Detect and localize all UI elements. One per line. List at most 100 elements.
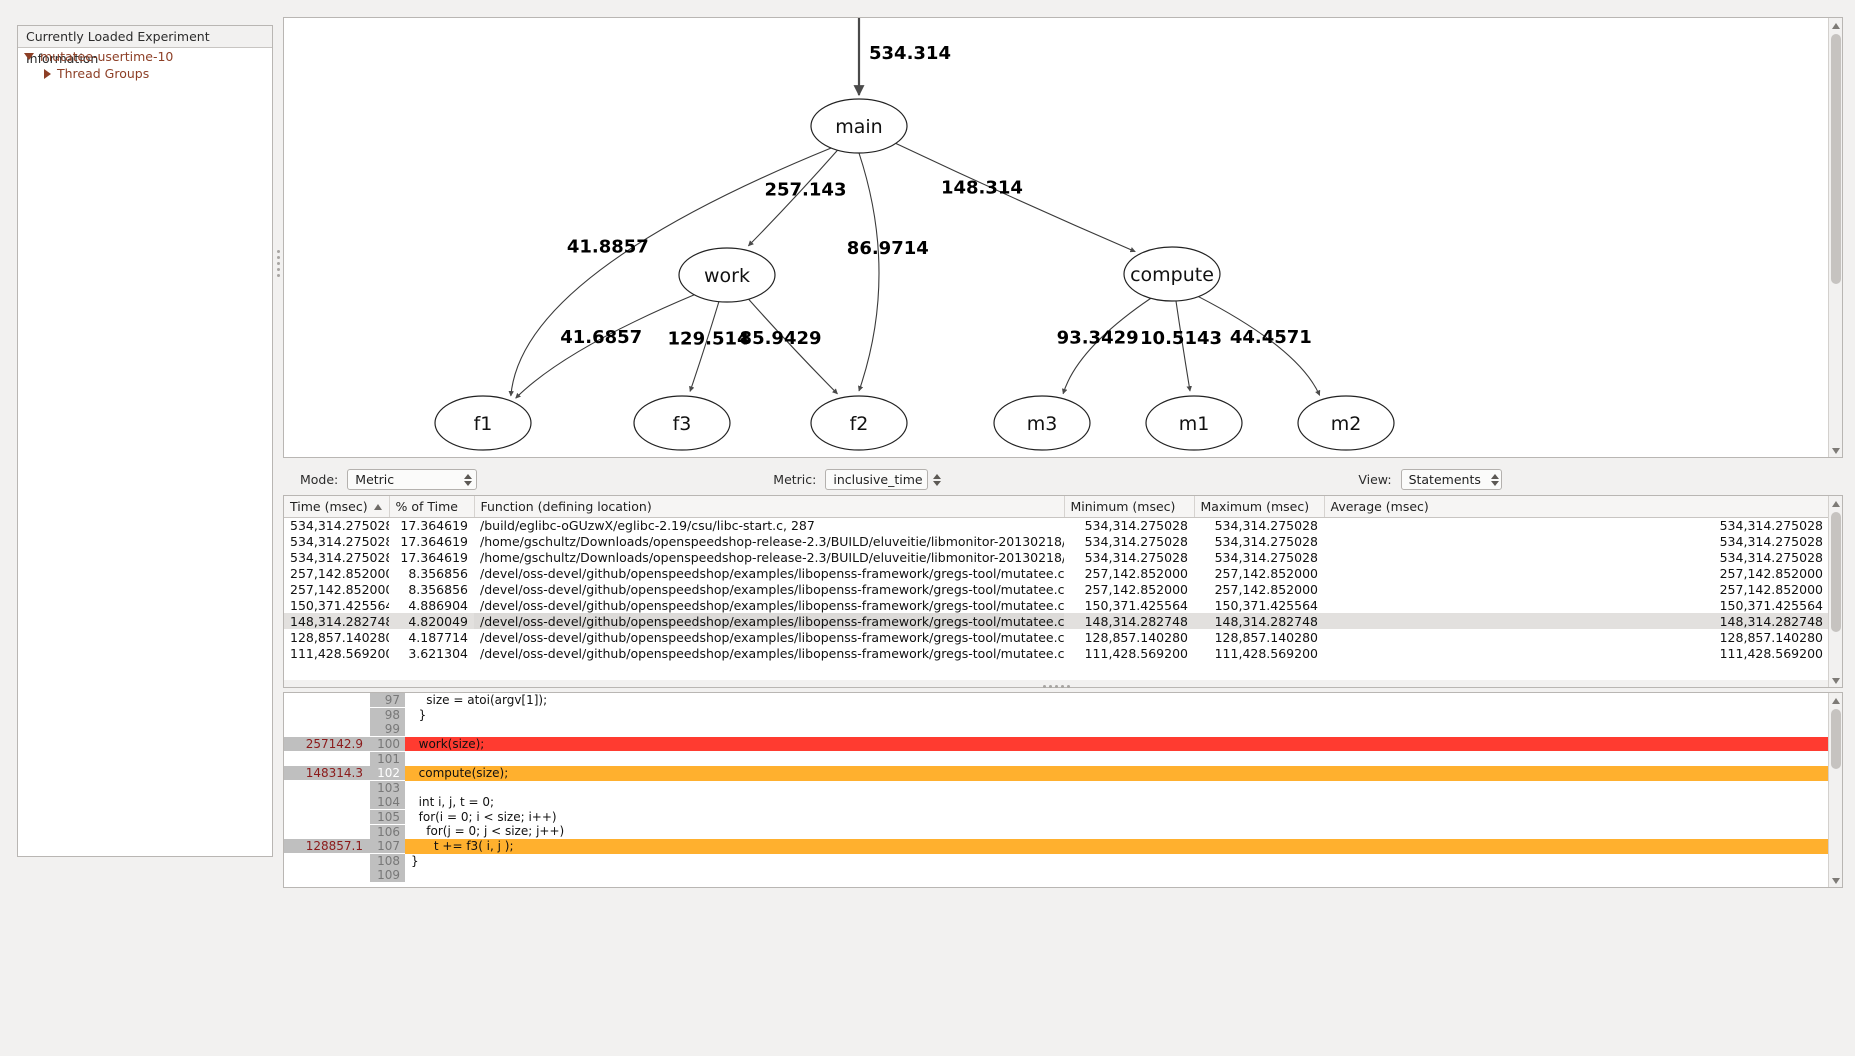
source-line[interactable]: 101: [284, 751, 1842, 766]
graph-node-label: f2: [850, 413, 869, 435]
column-header-label: Function (defining location): [480, 498, 652, 514]
callgraph-scroll-thumb[interactable]: [1831, 34, 1841, 284]
source-line[interactable]: 257142.9 100 work(size);: [284, 736, 1842, 752]
cell-min: 111,428.569200: [1084, 645, 1188, 661]
source-line[interactable]: 148314.3 102 compute(size);: [284, 765, 1842, 781]
graph-node-main[interactable]: main: [810, 98, 908, 154]
source-code-lines[interactable]: 97 size = atoi(argv[1]); 98 } 99 257142.9 10…: [284, 693, 1842, 883]
cell-max: 257,142.852000: [1214, 581, 1318, 597]
graph-edge-label: 257.143: [764, 179, 846, 200]
cell-avg: 534,314.275028: [1719, 549, 1823, 565]
source-vertical-scrollbar[interactable]: [1828, 693, 1842, 887]
graph-node-compute[interactable]: compute: [1123, 246, 1221, 302]
cell-pct: 17.364619: [400, 517, 468, 533]
table-row[interactable]: 150,371.425564 4.886904/devel/oss-devel/g…: [284, 597, 1829, 613]
view-dropdown[interactable]: Statements: [1400, 469, 1502, 490]
cell-min: 148,314.282748: [1064, 613, 1194, 629]
cell-func: /devel/oss-devel/github/openspeedshop/ex…: [480, 597, 1064, 613]
scroll-down-icon[interactable]: [1829, 673, 1842, 687]
callgraph-vertical-scrollbar[interactable]: [1828, 18, 1842, 457]
table-row[interactable]: 128,857.140280 4.187714/devel/oss-devel/g…: [284, 629, 1829, 645]
graph-node-m3[interactable]: m3: [993, 395, 1091, 451]
scroll-up-icon[interactable]: [1829, 18, 1843, 32]
triangle-down-icon[interactable]: [24, 53, 34, 60]
source-line[interactable]: 104 int i, j, t = 0;: [284, 795, 1842, 810]
cell-pct: 4.886904: [408, 597, 468, 613]
chevron-updown-icon[interactable]: [464, 473, 473, 486]
source-line[interactable]: 103: [284, 780, 1842, 796]
scroll-down-icon[interactable]: [1829, 873, 1842, 887]
column-header-5[interactable]: Average (msec): [1324, 496, 1830, 518]
experiment-info-panel: Currently Loaded Experiment Information …: [17, 25, 273, 857]
chevron-updown-icon[interactable]: [932, 473, 941, 486]
table-row[interactable]: 534,314.275028 17.364619/home/gschultz/Do…: [284, 549, 1829, 565]
column-header-2[interactable]: Function (defining location): [474, 496, 1065, 518]
metrics-table-vertical-scrollbar[interactable]: [1828, 496, 1842, 687]
horizontal-splitter-handle[interactable]: [1043, 685, 1083, 691]
source-line[interactable]: 99: [284, 722, 1842, 737]
scroll-up-icon[interactable]: [1829, 496, 1842, 510]
source-line[interactable]: 109: [284, 868, 1842, 883]
cell-func: /devel/oss-devel/github/openspeedshop/ex…: [480, 565, 1064, 581]
cell-func: /devel/oss-devel/github/openspeedshop/ex…: [480, 581, 1064, 597]
column-header-0[interactable]: Time (msec): [284, 496, 390, 518]
vertical-splitter-handle[interactable]: [277, 250, 280, 280]
source-line-cost: 148314.3: [284, 766, 370, 781]
table-row[interactable]: 148,314.282748 4.820049/devel/oss-devel/g…: [284, 613, 1829, 629]
column-header-3[interactable]: Minimum (msec): [1064, 496, 1195, 518]
triangle-right-icon[interactable]: [44, 68, 51, 79]
source-line[interactable]: 106 for(j = 0; j < size; j++): [284, 824, 1842, 839]
cell-func: /home/gschultz/Downloads/openspeedshop-r…: [480, 549, 1064, 565]
cell-pct: 3.621304: [408, 645, 468, 661]
graph-node-m1[interactable]: m1: [1145, 395, 1243, 451]
cell-pct: 17.364619: [400, 549, 468, 565]
source-line-number: 97: [370, 693, 405, 708]
source-line-code: }: [411, 853, 419, 868]
tree-item-thread-groups[interactable]: Thread Groups: [18, 65, 272, 82]
metric-dropdown[interactable]: inclusive_time: [825, 469, 941, 490]
metrics-table-body[interactable]: 534,314.275028 17.364619/build/eglibc-oGU…: [284, 517, 1829, 661]
graph-node-f3[interactable]: f3: [633, 395, 731, 451]
graph-node-label: compute: [1130, 264, 1214, 286]
column-header-4[interactable]: Maximum (msec): [1194, 496, 1325, 518]
tree-item-experiment-label: mutatee-usertime-10: [40, 49, 174, 64]
metrics-table-header-row[interactable]: Time (msec) % of Time Function (defining l…: [284, 496, 1830, 518]
cell-min: 534,314.275028: [1084, 533, 1188, 549]
source-code-pane[interactable]: 97 size = atoi(argv[1]); 98 } 99 257142.9 10…: [283, 692, 1843, 888]
source-line-code: [405, 751, 1842, 766]
metrics-table-pane[interactable]: Time (msec) % of Time Function (defining l…: [283, 495, 1843, 688]
table-row[interactable]: 257,142.852000 8.356856/devel/oss-devel/g…: [284, 581, 1829, 597]
table-row[interactable]: 534,314.275028 17.364619/build/eglibc-oGU…: [284, 517, 1829, 533]
chevron-updown-icon[interactable]: [1490, 473, 1499, 486]
cell-min: 257,142.852000: [1084, 565, 1188, 581]
source-line[interactable]: 128857.1 107 t += f3( i, j );: [284, 838, 1842, 854]
graph-node-work[interactable]: work: [678, 247, 776, 303]
callgraph-pane[interactable]: main work compute f1 f3 f2 m3 m1 m2 534.314 41.88…: [283, 17, 1843, 458]
source-line[interactable]: 108}: [284, 854, 1842, 869]
source-line[interactable]: 98 }: [284, 708, 1842, 723]
column-header-1[interactable]: % of Time: [389, 496, 475, 518]
graph-node-m2[interactable]: m2: [1297, 395, 1395, 451]
mode-dropdown[interactable]: Metric: [347, 469, 478, 490]
cell-max: 534,314.275028: [1214, 533, 1318, 549]
sort-ascending-icon[interactable]: [373, 504, 382, 510]
source-line[interactable]: 105 for(i = 0; i < size; i++): [284, 810, 1842, 825]
scroll-down-icon[interactable]: [1829, 443, 1843, 457]
table-row[interactable]: 257,142.852000 8.356856/devel/oss-devel/g…: [284, 565, 1829, 581]
tree-item-experiment[interactable]: mutatee-usertime-10: [18, 48, 272, 65]
graph-node-label: m2: [1331, 413, 1362, 435]
cell-avg: 534,314.275028: [1719, 533, 1823, 549]
source-scroll-thumb[interactable]: [1831, 709, 1841, 769]
graph-node-f1[interactable]: f1: [434, 395, 532, 451]
metrics-table[interactable]: Time (msec) % of Time Function (defining l…: [284, 496, 1830, 661]
callgraph-svg[interactable]: main work compute f1 f3 f2 m3 m1 m2 534.314 41.88…: [284, 18, 1829, 457]
table-row[interactable]: 111,428.569200 3.621304/devel/oss-devel/g…: [284, 645, 1829, 661]
metrics-table-scroll-thumb[interactable]: [1831, 512, 1841, 632]
table-row[interactable]: 534,314.275028 17.364619/home/gschultz/Do…: [284, 533, 1829, 549]
source-line[interactable]: 97 size = atoi(argv[1]);: [284, 693, 1842, 708]
graph-node-f2[interactable]: f2: [810, 395, 908, 451]
scroll-up-icon[interactable]: [1829, 693, 1842, 707]
graph-edge-label: 129.514: [668, 329, 750, 350]
cell-pct: 4.187714: [408, 629, 468, 645]
view-controls-toolbar: Mode: Metric Metric: inclusive_time View…: [283, 463, 1843, 496]
